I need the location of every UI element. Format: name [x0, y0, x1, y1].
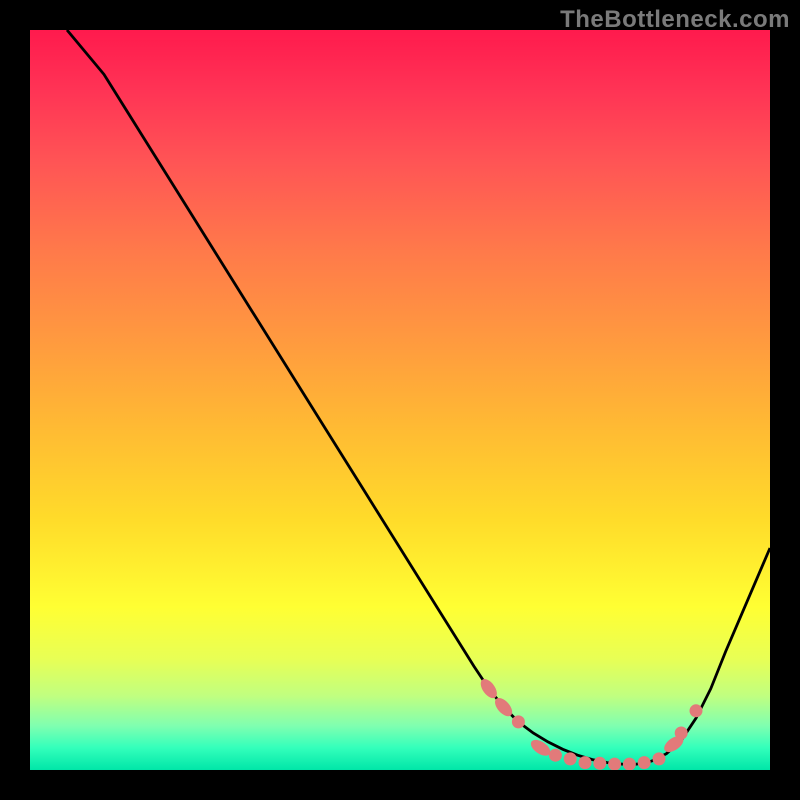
marker-dot — [549, 749, 562, 762]
marker-dot — [690, 704, 703, 717]
marker-dot — [623, 758, 636, 770]
marker-dot — [579, 756, 592, 769]
marker-dot — [564, 752, 577, 765]
marker-dot — [608, 758, 621, 770]
bottleneck-curve — [67, 30, 770, 764]
marker-dot — [512, 715, 525, 728]
marker-dot — [653, 752, 666, 765]
marker-dot — [675, 727, 688, 740]
curve-markers — [477, 676, 702, 770]
chart-svg — [30, 30, 770, 770]
marker-dot — [638, 756, 651, 769]
marker-dot — [593, 757, 606, 770]
plot-area — [30, 30, 770, 770]
chart-frame: TheBottleneck.com — [0, 0, 800, 800]
